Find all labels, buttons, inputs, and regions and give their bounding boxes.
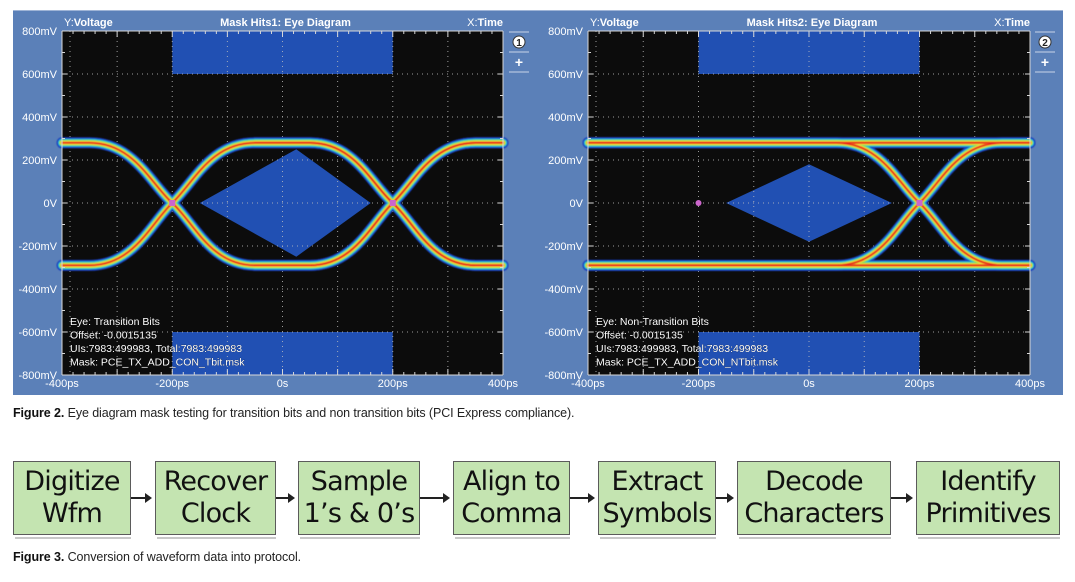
protocol-flow-diagram: Digitize Wfm Recover Clock Sample 1’s & 0’s Al… — [0, 0, 1075, 582]
flow-step-box: Identify Primitives — [916, 461, 1060, 535]
flow-step-line1: Sample — [310, 466, 408, 497]
flow-step-line1: Identify — [940, 466, 1036, 497]
flow-step-line2: Primitives — [925, 498, 1052, 529]
flow-step-box: Digitize Wfm — [13, 461, 131, 535]
flow-step-line1: Extract — [611, 466, 703, 497]
flow-step-line1: Digitize — [24, 466, 120, 497]
figure-3-caption: Figure 3. Conversion of waveform data in… — [13, 550, 301, 564]
flow-step-line2: Symbols — [602, 498, 712, 529]
flow-step-box: Align to Comma — [453, 461, 570, 535]
flow-step-line1: Decode — [765, 466, 864, 497]
flow-arrow-icon — [276, 493, 295, 503]
flow-step-label: Sample 1’s & 0’s — [304, 466, 415, 530]
flow-arrow-icon — [131, 493, 152, 503]
box-shadow-line — [157, 537, 276, 539]
box-shadow-line — [15, 537, 131, 539]
flow-step-line2: Comma — [461, 498, 562, 529]
box-shadow-line — [300, 537, 420, 539]
flow-step-label: Align to Comma — [461, 466, 562, 530]
figure-3-label: Figure 3. — [13, 550, 65, 564]
flow-arrow-icon — [570, 493, 595, 503]
flow-step-label: Decode Characters — [744, 466, 884, 530]
flow-step-line2: 1’s & 0’s — [303, 498, 415, 529]
flow-step-label: Extract Symbols — [602, 466, 712, 530]
flow-step-label: Identify Primitives — [925, 466, 1052, 530]
flow-step-line1: Recover — [163, 466, 268, 497]
flow-step-label: Digitize Wfm — [24, 466, 120, 530]
flow-step-line2: Wfm — [41, 498, 103, 529]
flow-step-line2: Clock — [180, 498, 251, 529]
flow-step-line2: Characters — [744, 498, 884, 529]
box-shadow-line — [918, 537, 1060, 539]
box-shadow-line — [739, 537, 891, 539]
figure-3-text: Conversion of waveform data into protoco… — [64, 550, 302, 564]
flow-step-box: Decode Characters — [737, 461, 891, 535]
box-shadow-line — [600, 537, 716, 539]
flow-step-box: Sample 1’s & 0’s — [298, 461, 420, 535]
box-shadow-line — [455, 537, 570, 539]
flow-step-box: Recover Clock — [155, 461, 276, 535]
flow-step-line1: Align to — [462, 466, 561, 497]
flow-arrow-icon — [891, 493, 913, 503]
flow-arrow-icon — [420, 493, 450, 503]
flow-step-label: Recover Clock — [164, 466, 268, 530]
flow-step-box: Extract Symbols — [598, 461, 716, 535]
flow-arrow-icon — [716, 493, 734, 503]
